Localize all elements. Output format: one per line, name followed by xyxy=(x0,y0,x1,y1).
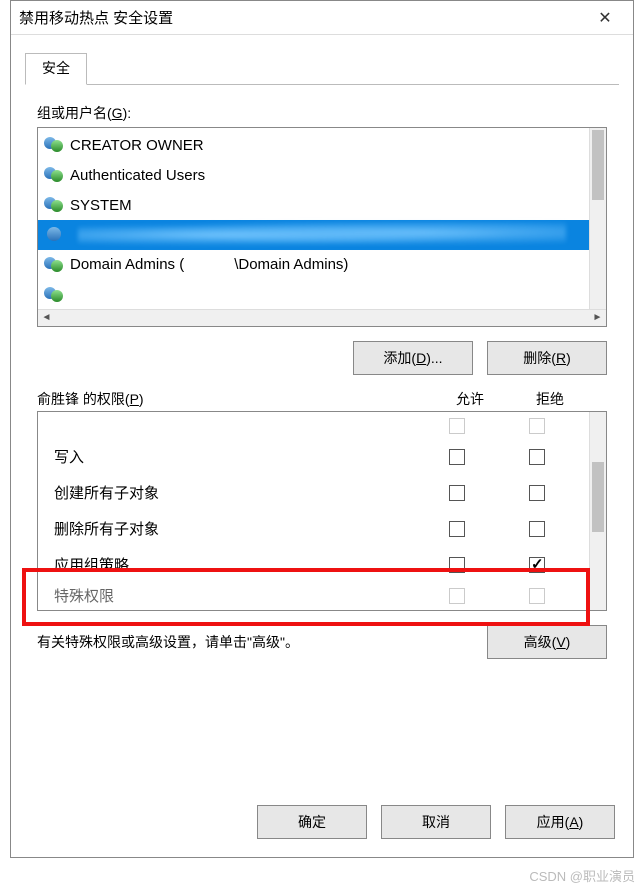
permission-row: 读取 xyxy=(38,412,606,438)
user-icon xyxy=(44,226,64,244)
vertical-scrollbar[interactable] xyxy=(589,128,606,309)
deny-checkbox[interactable] xyxy=(529,418,545,434)
redacted-text xyxy=(184,258,234,274)
window-title: 禁用移动热点 安全设置 xyxy=(19,7,585,28)
list-item[interactable]: Domain Admins (\Domain Admins) xyxy=(38,250,606,280)
dialog-footer: 确定 取消 应用(A) xyxy=(11,791,633,857)
dialog-content: 组或用户名(G): CREATOR OWNER Authenticated Us… xyxy=(11,85,633,791)
apply-button[interactable]: 应用(A) xyxy=(505,805,615,839)
allow-checkbox[interactable] xyxy=(449,418,465,434)
cancel-button[interactable]: 取消 xyxy=(381,805,491,839)
permissions-label: 俞胜锋 的权限(P) xyxy=(37,389,430,409)
permission-row: 写入 xyxy=(38,438,606,474)
deny-checkbox[interactable] xyxy=(529,449,545,465)
remove-button[interactable]: 删除(R) xyxy=(487,341,607,375)
list-item[interactable]: CREATOR OWNER xyxy=(38,130,606,160)
column-allow: 允许 xyxy=(430,389,510,409)
watermark: CSDN @职业演员 xyxy=(529,866,635,885)
deny-checkbox[interactable] xyxy=(529,485,545,501)
allow-checkbox[interactable] xyxy=(449,588,465,604)
users-icon xyxy=(44,196,64,214)
deny-checkbox[interactable] xyxy=(529,557,545,573)
allow-checkbox[interactable] xyxy=(449,557,465,573)
close-button[interactable]: ✕ xyxy=(585,8,625,28)
permission-row: 特殊权限 xyxy=(38,582,606,608)
deny-checkbox[interactable] xyxy=(529,521,545,537)
scroll-left-icon[interactable]: ◄ xyxy=(38,310,55,327)
users-icon xyxy=(44,256,64,274)
tab-strip: 安全 xyxy=(25,53,619,85)
groups-list[interactable]: CREATOR OWNER Authenticated Users SYSTEM… xyxy=(37,127,607,327)
allow-checkbox[interactable] xyxy=(449,485,465,501)
allow-checkbox[interactable] xyxy=(449,521,465,537)
users-icon xyxy=(44,166,64,184)
users-icon xyxy=(44,286,64,304)
horizontal-scrollbar[interactable]: ◄ ► xyxy=(38,309,606,326)
permissions-list: 读取 写入 创建所有子对象 删除所有子对象 xyxy=(37,411,607,611)
list-item-selected[interactable] xyxy=(38,220,606,250)
add-button[interactable]: 添加(D)... xyxy=(353,341,473,375)
column-deny: 拒绝 xyxy=(510,389,590,409)
groups-label: 组或用户名(G): xyxy=(37,103,607,123)
list-item[interactable] xyxy=(38,280,606,310)
deny-checkbox[interactable] xyxy=(529,588,545,604)
permission-row: 应用组策略 xyxy=(38,546,606,582)
list-item[interactable]: SYSTEM xyxy=(38,190,606,220)
tab-security[interactable]: 安全 xyxy=(25,53,87,85)
users-icon xyxy=(44,136,64,154)
titlebar: 禁用移动热点 安全设置 ✕ xyxy=(11,1,633,35)
advanced-button[interactable]: 高级(V) xyxy=(487,625,607,659)
permission-row: 创建所有子对象 xyxy=(38,474,606,510)
permission-row: 删除所有子对象 xyxy=(38,510,606,546)
ok-button[interactable]: 确定 xyxy=(257,805,367,839)
vertical-scrollbar[interactable] xyxy=(589,412,606,610)
allow-checkbox[interactable] xyxy=(449,449,465,465)
list-item[interactable]: Authenticated Users xyxy=(38,160,606,190)
scroll-right-icon[interactable]: ► xyxy=(589,310,606,327)
redacted-text xyxy=(78,222,566,248)
permissions-header: 俞胜锋 的权限(P) 允许 拒绝 xyxy=(37,389,607,409)
advanced-hint: 有关特殊权限或高级设置，请单击"高级"。 xyxy=(37,632,487,652)
dialog-window: 禁用移动热点 安全设置 ✕ 安全 组或用户名(G): CREATOR OWNER… xyxy=(10,0,634,858)
